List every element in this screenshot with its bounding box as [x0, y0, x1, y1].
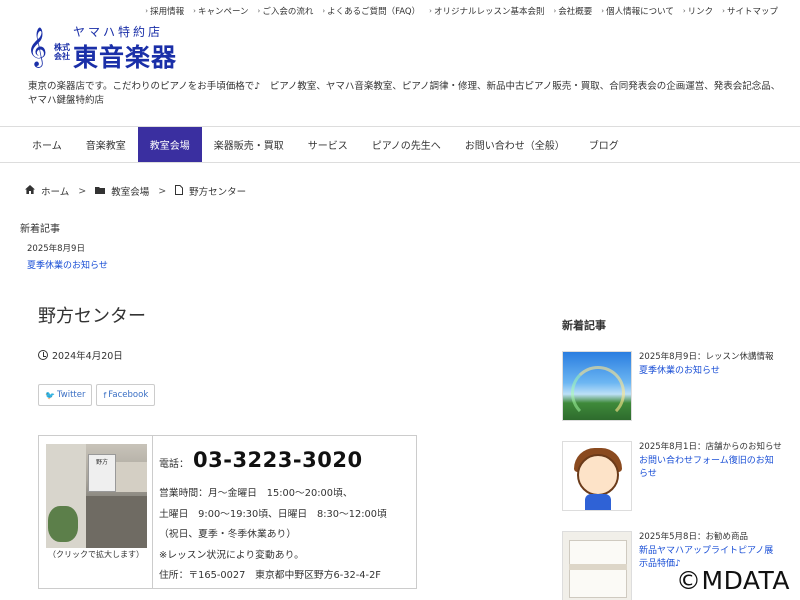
- sidebar-article[interactable]: 2025年8月9日：レッスン休講情報 夏季休業のお知らせ: [562, 351, 782, 423]
- logo-name: 東音楽器: [73, 43, 178, 72]
- business-hours-line: 営業時間：月～金曜日 15:00～20:00頃、: [159, 488, 353, 499]
- variation-note: ※レッスン状況により変動あり。: [159, 549, 304, 561]
- facebook-share-button[interactable]: f Facebook: [96, 384, 156, 406]
- sidebar-article-link[interactable]: 夏季休業のお知らせ: [639, 365, 779, 378]
- chevron-right-icon: ›: [601, 7, 605, 15]
- weekend-hours-line: 土曜日 9:00～19:30頃、日曜日 8:30～12:00頃: [159, 508, 387, 520]
- sidebar-article[interactable]: 2025年8月1日：店舗からのお知らせ お問い合わせフォーム復旧のお知らせ: [562, 441, 782, 513]
- new-article-link[interactable]: 夏季休業のお知らせ: [27, 258, 108, 271]
- nav-contact[interactable]: お問い合わせ（全般）: [453, 127, 577, 162]
- venue-photo[interactable]: 野方: [46, 444, 147, 548]
- sidebar-article-meta: 2025年8月1日：店舗からのお知らせ: [639, 442, 782, 452]
- address-line: 住所：〒165-0027 東京都中野区野方6-32-4-2F: [159, 570, 381, 582]
- share-buttons: 🐦 Twitter f Facebook: [38, 384, 156, 406]
- chevron-right-icon: ›: [145, 7, 149, 15]
- new-article-date: 2025年8月9日: [27, 244, 85, 254]
- top-menu-sitemap[interactable]: › サイトマップ: [722, 5, 778, 17]
- twitter-share-button[interactable]: 🐦 Twitter: [38, 384, 93, 406]
- venue-details: 営業時間：月～金曜日 15:00～20:00頃、 土曜日 9:00～19:30頃…: [159, 484, 387, 587]
- top-menu-faq[interactable]: › よくあるご質問（FAQ）: [322, 5, 420, 17]
- girl-illustration-thumbnail[interactable]: [562, 441, 632, 511]
- sidebar-article-meta: 2025年5月8日：お勧め商品: [639, 532, 748, 542]
- home-icon: [25, 185, 35, 197]
- top-menu-recruit[interactable]: › 採用情報: [145, 5, 184, 17]
- photo-caption: （クリックで拡大します）: [48, 550, 144, 559]
- clock-icon: [38, 350, 48, 360]
- page-title: 野方センター: [38, 306, 146, 327]
- nav-home[interactable]: ホーム: [20, 127, 74, 162]
- nav-services[interactable]: サービス: [296, 127, 360, 162]
- holiday-note: （祝日、夏季・冬季休業あり）: [159, 529, 297, 541]
- chevron-right-icon: ›: [193, 7, 196, 15]
- sidebar-heading: 新着記事: [562, 319, 606, 332]
- top-utility-menu: › 採用情報 › キャンペーン › ご入会の流れ › よくあるご質問（FAQ） › オリジ…: [145, 5, 778, 17]
- top-menu-links[interactable]: › リンク: [683, 5, 713, 17]
- facebook-icon: f: [103, 390, 107, 400]
- new-articles-label: 新着記事: [20, 224, 60, 235]
- nav-music-school[interactable]: 音楽教室: [74, 127, 138, 162]
- chevron-right-icon: ›: [553, 7, 557, 15]
- treble-clef-icon: 𝄞: [27, 27, 48, 67]
- logo-corp-mark: 株式 会社: [54, 43, 70, 61]
- chevron-right-icon: ›: [429, 7, 432, 15]
- phone-label: 電話：: [159, 459, 189, 470]
- document-icon: [175, 184, 184, 198]
- breadcrumb-home[interactable]: ホーム: [41, 184, 69, 198]
- venue-photo-cell: 野方 （クリックで拡大します）: [39, 436, 153, 588]
- twitter-icon: 🐦: [45, 390, 55, 400]
- breadcrumb-separator: >: [158, 185, 167, 197]
- chevron-right-icon: ›: [722, 7, 725, 15]
- top-menu-join-flow[interactable]: › ご入会の流れ: [258, 5, 314, 17]
- folder-icon: [95, 186, 106, 197]
- site-tagline: 東京の楽器店です。こだわりのピアノをお手頃価格で♪ ピアノ教室、ヤマハ音楽教室、…: [28, 81, 781, 106]
- chevron-right-icon: ›: [257, 7, 261, 15]
- breadcrumb: ホーム > 教室会場 > 野方センター: [25, 184, 246, 198]
- top-menu-privacy[interactable]: › 個人情報について: [601, 5, 674, 17]
- post-date: 2024年4月20日: [38, 348, 123, 362]
- venue-info-table: 野方 （クリックで拡大します） 電話： 03-3223-3020 営業時間：月～…: [38, 435, 417, 589]
- chevron-right-icon: ›: [682, 7, 686, 15]
- site-logo[interactable]: 𝄞 ヤマハ特約店 株式 会社 東音楽器: [27, 22, 197, 72]
- top-menu-company[interactable]: › 会社概要: [553, 5, 592, 17]
- nav-instrument-sales[interactable]: 楽器販売・買取: [202, 127, 296, 162]
- watermark: ©MDATA: [676, 566, 790, 595]
- phone-row: 電話： 03-3223-3020: [159, 448, 363, 472]
- store-sign: 野方: [88, 454, 116, 492]
- sidebar-article-link[interactable]: お問い合わせフォーム復旧のお知らせ: [639, 455, 779, 481]
- nav-for-teachers[interactable]: ピアノの先生へ: [360, 127, 453, 162]
- breadcrumb-current: 野方センター: [189, 187, 247, 198]
- nav-classroom-venues[interactable]: 教室会場: [137, 127, 202, 162]
- top-menu-campaign[interactable]: › キャンペーン: [193, 5, 248, 17]
- sky-rainbow-thumbnail[interactable]: [562, 351, 632, 421]
- chevron-right-icon: ›: [322, 7, 326, 15]
- breadcrumb-category[interactable]: 教室会場: [111, 184, 149, 198]
- breadcrumb-separator: >: [78, 185, 87, 197]
- phone-number[interactable]: 03-3223-3020: [193, 448, 363, 472]
- nav-blog[interactable]: ブログ: [577, 127, 631, 162]
- white-piano-thumbnail[interactable]: [562, 531, 632, 600]
- top-menu-lesson-rules[interactable]: › オリジナルレッスン基本会則: [429, 5, 544, 17]
- sidebar-article-meta: 2025年8月9日：レッスン休講情報: [639, 352, 774, 362]
- global-nav: ホーム 音楽教室 教室会場 楽器販売・買取 サービス ピアノの先生へ お問い合わ…: [0, 126, 800, 163]
